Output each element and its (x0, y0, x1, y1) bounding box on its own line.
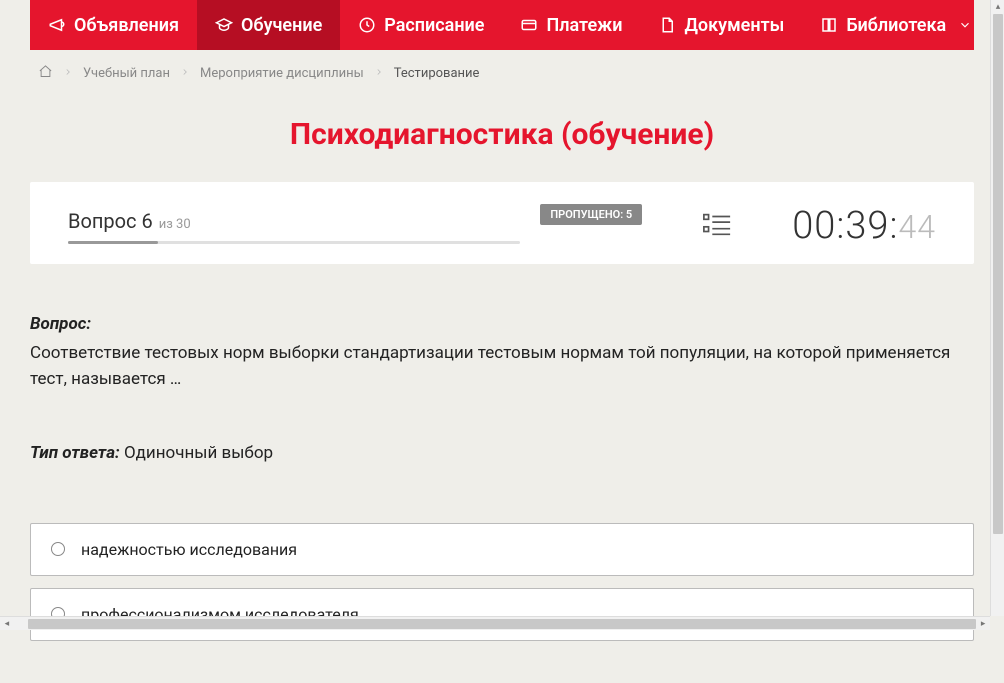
progress-fill (68, 241, 158, 244)
nav-payments[interactable]: Платежи (502, 0, 640, 50)
answer-option[interactable]: профессионализмом исследователя (30, 588, 974, 641)
book-icon (820, 16, 838, 34)
nav-label: Обучение (241, 15, 322, 36)
nav-label: Платежи (546, 15, 622, 36)
answer-type: Тип ответа: Одиночный выбор (30, 443, 974, 463)
scroll-thumb[interactable] (28, 619, 976, 629)
skipped-badge[interactable]: ПРОПУЩЕНО: 5 (540, 204, 642, 225)
navbar: Объявления Обучение Расписание Платежи Д… (30, 0, 974, 50)
horizontal-scrollbar[interactable]: ◂ ▸ (0, 616, 990, 630)
scroll-up-arrow-icon[interactable]: ▴ (991, 0, 1004, 14)
home-icon[interactable] (38, 64, 53, 83)
quiz-header: Вопрос 6 из 30 ПРОПУЩЕНО: 5 00:39:44 (30, 182, 974, 264)
breadcrumb-link-plan[interactable]: Учебный план (83, 66, 170, 81)
scroll-thumb[interactable] (993, 14, 1003, 534)
question-total: из 30 (159, 217, 191, 232)
radio-icon (51, 542, 65, 556)
timer: 00:39:44 (792, 204, 936, 248)
timer-main: 00:39: (792, 204, 898, 248)
breadcrumb-current: Тестирование (394, 66, 480, 81)
nav-label: Документы (684, 15, 784, 36)
nav-learning[interactable]: Обучение (197, 0, 340, 50)
scroll-right-arrow-icon[interactable]: ▸ (976, 617, 990, 631)
answer-option[interactable]: надежностью исследования (30, 523, 974, 576)
breadcrumb: Учебный план Мероприятие дисциплины Тест… (30, 50, 974, 97)
nav-label: Библиотека (846, 15, 946, 36)
question-label: Вопрос: (30, 314, 974, 334)
clock-icon (358, 16, 376, 34)
chevron-right-icon (180, 66, 190, 81)
chevron-right-icon (374, 66, 384, 81)
nav-library[interactable]: Библиотека (802, 0, 990, 50)
answer-type-value: Одиночный выбор (124, 443, 273, 463)
breadcrumb-link-event[interactable]: Мероприятие дисциплины (200, 66, 364, 81)
chevron-down-icon (958, 18, 972, 32)
nav-label: Объявления (74, 15, 179, 36)
question-progress: Вопрос 6 из 30 (68, 209, 520, 244)
question-text: Соответствие тестовых норм выборки станд… (30, 340, 974, 393)
nav-announcements[interactable]: Объявления (30, 0, 197, 50)
card-icon (520, 16, 538, 34)
timer-ms: 44 (899, 208, 937, 246)
nav-schedule[interactable]: Расписание (340, 0, 502, 50)
page-title: Психодиагностика (обучение) (30, 117, 974, 152)
scroll-left-arrow-icon[interactable]: ◂ (0, 617, 14, 631)
chevron-right-icon (63, 66, 73, 81)
answer-type-label: Тип ответа: (30, 443, 120, 463)
vertical-scrollbar[interactable]: ▴ (990, 0, 1004, 616)
graduation-icon (215, 16, 233, 34)
megaphone-icon (48, 16, 66, 34)
nav-documents[interactable]: Документы (640, 0, 802, 50)
question-number: Вопрос 6 (68, 209, 153, 233)
document-icon (658, 16, 676, 34)
nav-label: Расписание (384, 15, 484, 36)
answer-text: надежностью исследования (81, 540, 297, 559)
progress-bar (68, 241, 520, 244)
question-list-button[interactable] (702, 211, 732, 241)
